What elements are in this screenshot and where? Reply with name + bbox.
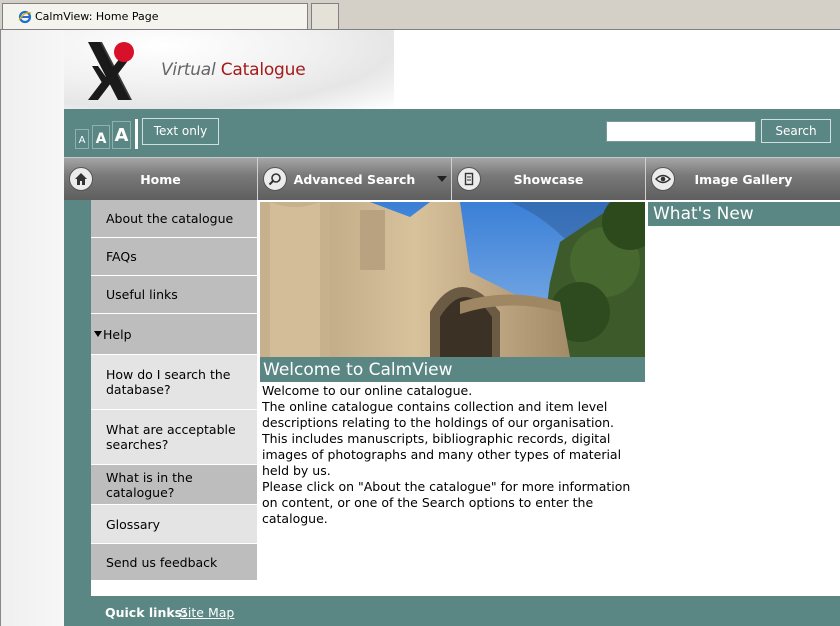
left-accent-strip bbox=[64, 200, 91, 596]
sidebar-item-glossary[interactable]: Glossary bbox=[91, 505, 257, 544]
search-input[interactable] bbox=[606, 121, 756, 142]
sidebar-item-faqs[interactable]: FAQs bbox=[91, 238, 257, 276]
chevron-down-icon[interactable] bbox=[437, 176, 447, 182]
search-button[interactable]: Search bbox=[761, 119, 831, 143]
sidebar-item-label: Help bbox=[103, 326, 132, 342]
nav-image-gallery-label: Image Gallery bbox=[694, 171, 793, 187]
browser-tab-strip: CalmView: Home Page bbox=[0, 0, 840, 30]
page-gutter bbox=[1, 30, 64, 626]
nav-showcase-label: Showcase bbox=[513, 171, 584, 187]
sidebar-item-label: FAQs bbox=[106, 249, 137, 264]
page: Virtual Catalogue A A A Text only Search… bbox=[64, 30, 840, 626]
welcome-line: The online catalogue contains collection… bbox=[262, 399, 615, 430]
triangle-down-icon bbox=[94, 331, 102, 337]
sidebar-menu: About the catalogue FAQs Useful links He… bbox=[91, 200, 257, 581]
logo-wordmark[interactable]: Virtual Catalogue bbox=[161, 60, 306, 80]
nav-showcase[interactable]: Showcase bbox=[452, 157, 646, 200]
sidebar-item-feedback[interactable]: Send us feedback bbox=[91, 544, 257, 581]
site-footer: Quick links: Site Map bbox=[64, 596, 840, 626]
welcome-heading: Welcome to CalmView bbox=[260, 357, 645, 382]
new-tab-button[interactable] bbox=[311, 3, 339, 29]
nav-home-label: Home bbox=[140, 171, 181, 187]
text-only-button[interactable]: Text only bbox=[142, 118, 219, 145]
welcome-line: Please click on "About the catalogue" fo… bbox=[262, 479, 631, 526]
nav-home[interactable]: Home bbox=[64, 157, 258, 200]
sidebar-item-about[interactable]: About the catalogue bbox=[91, 200, 257, 238]
sidebar-item-whats-in-catalogue[interactable]: What is in the catalogue? bbox=[91, 465, 257, 505]
sidebar-item-label: How do I search the database? bbox=[106, 367, 231, 397]
sidebar-item-label: Glossary bbox=[106, 516, 161, 532]
logo-catalogue: Catalogue bbox=[220, 60, 306, 80]
sidebar-item-label: Send us feedback bbox=[106, 554, 218, 570]
page-viewport: Virtual Catalogue A A A Text only Search… bbox=[0, 30, 840, 626]
logo-virtual: Virtual bbox=[161, 60, 216, 80]
font-size-medium-button[interactable]: A bbox=[92, 125, 110, 149]
logo-icon[interactable] bbox=[86, 40, 136, 102]
main-nav: Home Advanced Search Showcase Image Gall… bbox=[64, 157, 840, 200]
ie-icon bbox=[17, 9, 33, 25]
font-size-small-button[interactable]: A bbox=[75, 129, 89, 149]
sidebar-item-label: What are acceptable searches? bbox=[106, 422, 236, 452]
nav-advanced-search-label: Advanced Search bbox=[293, 171, 416, 187]
nav-advanced-search[interactable]: Advanced Search bbox=[258, 157, 452, 200]
site-header: Virtual Catalogue bbox=[64, 30, 840, 109]
sidebar-item-label: Useful links bbox=[106, 287, 178, 302]
browser-tab-title: CalmView: Home Page bbox=[35, 10, 159, 23]
site-map-link[interactable]: Site Map bbox=[180, 605, 234, 620]
welcome-text: Welcome to our online catalogue. The onl… bbox=[262, 383, 645, 527]
welcome-line: This includes manuscripts, bibliographic… bbox=[262, 431, 622, 478]
welcome-line: Welcome to our online catalogue. bbox=[262, 383, 473, 398]
sidebar-item-acceptable-searches[interactable]: What are acceptable searches? bbox=[91, 410, 257, 465]
sidebar-item-label: What is in the catalogue? bbox=[106, 469, 193, 500]
sidebar-item-help[interactable]: Help bbox=[91, 314, 257, 355]
nav-image-gallery[interactable]: Image Gallery bbox=[646, 157, 840, 200]
toolbar-divider bbox=[135, 119, 138, 149]
whats-new-heading: What's New bbox=[648, 202, 840, 226]
sidebar-item-useful-links[interactable]: Useful links bbox=[91, 276, 257, 314]
toolbar: A A A Text only Search bbox=[64, 109, 840, 157]
sidebar-item-label: About the catalogue bbox=[106, 211, 234, 226]
browser-tab-active[interactable]: CalmView: Home Page bbox=[2, 3, 308, 29]
hero-image bbox=[260, 202, 645, 357]
sidebar-item-how-to-search[interactable]: How do I search the database? bbox=[91, 355, 257, 410]
font-size-large-button[interactable]: A bbox=[112, 121, 131, 149]
quick-links-label: Quick links: bbox=[105, 605, 188, 620]
